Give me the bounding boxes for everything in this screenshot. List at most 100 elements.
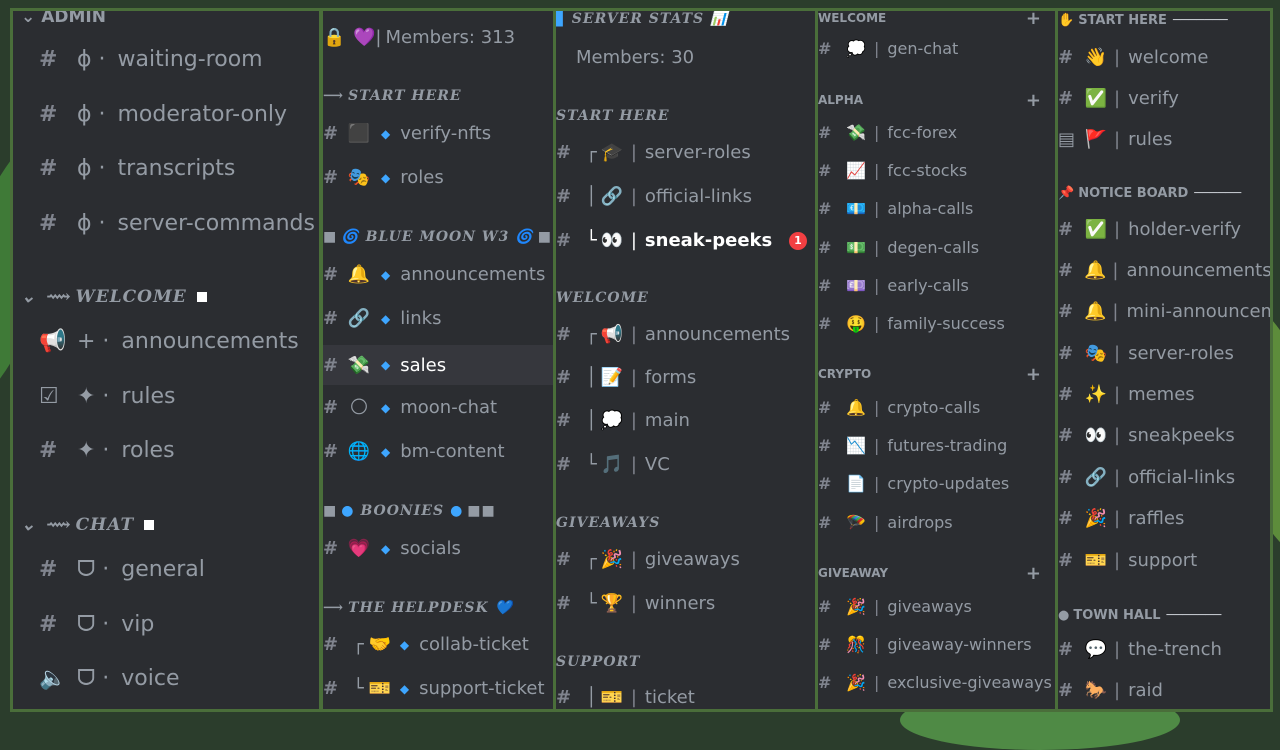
category-giveaway[interactable]: GIVEAWAY + bbox=[818, 563, 1055, 584]
channel-memes[interactable]: # ✨ | memes bbox=[1058, 384, 1270, 405]
channel-moderator-only[interactable]: # ϕ · moderator-only bbox=[39, 102, 319, 127]
separator: | bbox=[1114, 639, 1121, 660]
unread-badge: 1 bbox=[789, 231, 807, 250]
channel-crypto-calls[interactable]: # 🔔 | crypto-calls bbox=[818, 398, 1055, 417]
channel-hash-icon: # bbox=[323, 123, 339, 144]
channel-collab-ticket[interactable]: # ┌ 🤝 ◆ collab-ticket bbox=[323, 634, 553, 655]
separator: | bbox=[630, 410, 637, 431]
category-welcome[interactable]: WELCOME bbox=[556, 290, 815, 306]
channel-announcements[interactable]: # 🔔 ◆ announcements bbox=[323, 264, 553, 285]
channel-the-trench[interactable]: # 💬 | the-trench bbox=[1058, 639, 1270, 660]
category-welcome[interactable]: WELCOME + bbox=[818, 11, 1055, 29]
separator: | bbox=[630, 186, 637, 207]
channel-airdrops[interactable]: # 🪂 | airdrops bbox=[818, 513, 1055, 532]
channel-raffles[interactable]: # 🎉 | raffles bbox=[1058, 508, 1270, 529]
channel-announcements[interactable]: # 🔔 | announcements bbox=[1058, 260, 1270, 281]
channel-official-links[interactable]: # 🔗 | official-links bbox=[1058, 467, 1270, 488]
channel-moon-chat[interactable]: # 🌕 ◆ moon-chat bbox=[323, 397, 553, 418]
channel-announcements[interactable]: # ┌ 📢 | announcements bbox=[556, 324, 815, 345]
channel-emoji: 🤝 bbox=[368, 634, 392, 655]
channel-verify[interactable]: # ✅ | verify bbox=[1058, 88, 1270, 109]
channel-welcome[interactable]: # 👋 | welcome bbox=[1058, 47, 1270, 68]
category-start-here[interactable]: ✋ START HERE ─────── bbox=[1058, 13, 1270, 28]
category-crypto[interactable]: CRYPTO + bbox=[818, 364, 1055, 385]
channel-giveaway-winners[interactable]: # 🎊 | giveaway-winners bbox=[818, 635, 1055, 654]
channel-holder-verify[interactable]: # ✅ | holder-verify bbox=[1058, 219, 1270, 240]
member-count: 🔒 💜| Members: 313 bbox=[323, 27, 553, 48]
channel-prefix: ✦ · bbox=[77, 438, 110, 463]
channel-crypto-updates[interactable]: # 📄 | crypto-updates bbox=[818, 474, 1055, 493]
category-start-here[interactable]: ⟶ START HERE bbox=[323, 88, 553, 104]
channel-degen-calls[interactable]: # 💵 | degen-calls bbox=[818, 238, 1055, 257]
channel-official-links[interactable]: # │ 🔗 | official-links bbox=[556, 186, 815, 207]
channel-hash-icon: # bbox=[1058, 550, 1074, 571]
channel-hash-icon: # bbox=[818, 513, 832, 532]
channel-raid[interactable]: # 🐎 | raid bbox=[1058, 680, 1270, 701]
channel-server-roles[interactable]: # ┌ 🎓 | server-roles bbox=[556, 142, 815, 163]
category-notice-board[interactable]: 📌 NOTICE BOARD ────── bbox=[1058, 186, 1270, 201]
category-support[interactable]: SUPPORT bbox=[556, 654, 815, 670]
channel-announcements[interactable]: 📢 + · announcements bbox=[39, 329, 319, 354]
channel-ticket[interactable]: # │ 🎫 | ticket bbox=[556, 687, 815, 708]
channel-support[interactable]: # 🎫 | support bbox=[1058, 550, 1270, 571]
channel-main[interactable]: # │ 💭 | main bbox=[556, 410, 815, 431]
category-giveaways[interactable]: GIVEAWAYS bbox=[556, 515, 815, 531]
category-chat[interactable]: ⌄ ⟿ CHAT bbox=[21, 515, 319, 535]
channel-forms[interactable]: # │ 📝 | forms bbox=[556, 367, 815, 388]
channel-family-success[interactable]: # 🤑 | family-success bbox=[818, 314, 1055, 333]
channel-exclusive-giveaways[interactable]: # 🎉 | exclusive-giveaways bbox=[818, 673, 1055, 692]
channel-roles[interactable]: # 🎭 ◆ roles bbox=[323, 167, 553, 188]
channel-vip[interactable]: # ᗜ · vip bbox=[39, 612, 319, 637]
channel-rules[interactable]: ▤ 🚩 | rules bbox=[1058, 129, 1270, 150]
channel-name: airdrops bbox=[887, 513, 953, 532]
channel-hash-icon: # bbox=[818, 635, 832, 654]
category-welcome[interactable]: ⌄ ⟿ WELCOME bbox=[21, 287, 319, 307]
channel-sneakpeeks[interactable]: # 👀 | sneakpeeks bbox=[1058, 425, 1270, 446]
channel-futures-trading[interactable]: # 📉 | futures-trading bbox=[818, 436, 1055, 455]
channel-emoji: 🔔 bbox=[1084, 301, 1107, 322]
category-town-hall[interactable]: ● TOWN HALL ─────── bbox=[1058, 608, 1270, 623]
channel-general[interactable]: # ᗜ · general bbox=[39, 557, 319, 582]
channel-bm-content[interactable]: # 🌐 ◆ bm-content bbox=[323, 441, 553, 462]
channel-name: giveaways bbox=[644, 549, 740, 570]
channel-server-commands[interactable]: # ϕ · server-commands bbox=[39, 211, 319, 236]
channel-vc[interactable]: # └ 🎵 | VC bbox=[556, 454, 815, 475]
add-channel-icon[interactable]: + bbox=[1026, 90, 1041, 111]
category-admin[interactable]: ⌄ ADMIN bbox=[21, 11, 319, 27]
channel-giveaways[interactable]: # 🎉 | giveaways bbox=[818, 597, 1055, 616]
category-boonies[interactable]: ■ ● BOONIES ● ■■ bbox=[323, 503, 553, 519]
add-channel-icon[interactable]: + bbox=[1026, 563, 1041, 584]
channel-verify-nfts[interactable]: # ⬛ ◆ verify-nfts bbox=[323, 123, 553, 144]
channel-fcc-forex[interactable]: # 💸 | fcc-forex bbox=[818, 123, 1055, 142]
category-alpha[interactable]: ALPHA + bbox=[818, 90, 1055, 111]
channel-sneak-peeks[interactable]: # └ 👀 | sneak-peeks 1 bbox=[556, 230, 815, 251]
add-channel-icon[interactable]: + bbox=[1026, 11, 1041, 29]
channel-fcc-stocks[interactable]: # 📈 | fcc-stocks bbox=[818, 161, 1055, 180]
channel-giveaways[interactable]: # ┌ 🎉 | giveaways bbox=[556, 549, 815, 570]
channel-transcripts[interactable]: # ϕ · transcripts bbox=[39, 156, 319, 181]
separator: | bbox=[630, 230, 637, 251]
channel-links[interactable]: # 🔗 ◆ links bbox=[323, 308, 553, 329]
channel-alpha-calls[interactable]: # 💶 | alpha-calls bbox=[818, 199, 1055, 218]
channel-hash-icon: # bbox=[39, 557, 58, 582]
channel-voice[interactable]: 🔈 ᗜ · voice bbox=[39, 666, 319, 691]
channel-rules[interactable]: ☑ ✦ · rules bbox=[39, 384, 319, 409]
channel-socials[interactable]: # 💗 ◆ socials bbox=[323, 538, 553, 559]
separator: | bbox=[630, 593, 637, 614]
separator: | bbox=[630, 142, 637, 163]
channel-server-roles[interactable]: # 🎭 | server-roles bbox=[1058, 343, 1270, 364]
server-stats-header[interactable]: ▋ SERVER STATS 📊 bbox=[556, 11, 815, 27]
category-start-here[interactable]: START HERE bbox=[556, 108, 815, 124]
category-blue-moon[interactable]: ■ 🌀 BLUE MOON W3 🌀 ■■ bbox=[323, 229, 553, 245]
channel-mini-announcements[interactable]: # 🔔 | mini-announcements bbox=[1058, 301, 1270, 322]
channel-sales[interactable]: # 💸 ◆ sales bbox=[323, 345, 553, 385]
channel-gen-chat[interactable]: # 💭 | gen-chat bbox=[818, 39, 1055, 58]
channel-early-calls[interactable]: # 💷 | early-calls bbox=[818, 276, 1055, 295]
category-helpdesk[interactable]: ⟶ THE HELPDESK 💙 bbox=[323, 600, 553, 616]
channel-roles[interactable]: # ✦ · roles bbox=[39, 438, 319, 463]
add-channel-icon[interactable]: + bbox=[1026, 364, 1041, 385]
channel-support-ticket[interactable]: # └ 🎫 ◆ support-ticket bbox=[323, 678, 553, 699]
channel-emoji: 🏆 bbox=[600, 593, 624, 614]
channel-winners[interactable]: # └ 🏆 | winners bbox=[556, 593, 815, 614]
channel-waiting-room[interactable]: # ϕ · waiting-room bbox=[39, 47, 319, 72]
